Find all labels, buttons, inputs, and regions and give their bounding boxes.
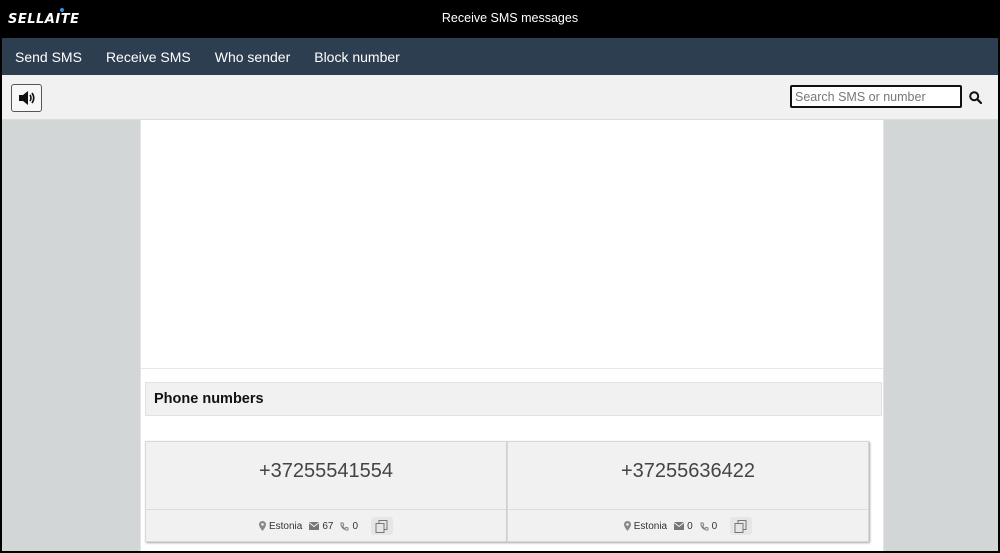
main-nav: Send SMS Receive SMS Who sender Block nu… (2, 38, 998, 75)
app-frame: SELLAITE Receive SMS messages Send SMS R… (2, 2, 998, 551)
toolbar (2, 75, 998, 120)
page-title: Receive SMS messages (441, 11, 579, 25)
country-info: Estonia (258, 520, 303, 532)
search-input[interactable] (790, 85, 962, 108)
nav-send-sms[interactable]: Send SMS (15, 49, 82, 65)
sms-count: 67 (322, 520, 334, 532)
phone-number[interactable]: +37255636422 (508, 460, 868, 483)
copy-number-button[interactable] (371, 517, 394, 535)
call-count-info: 0 (340, 521, 358, 532)
nav-block-number[interactable]: Block number (314, 49, 400, 65)
phone-icon (700, 522, 709, 530)
envelope-icon (309, 522, 320, 530)
country-label: Estonia (633, 520, 668, 532)
phone-number-list: +37255541554 Estonia 67 0 +37255636422 E… (145, 441, 869, 543)
country-info: Estonia (623, 520, 668, 532)
phone-icon (341, 522, 349, 530)
phone-card-footer: Estonia 0 0 (508, 509, 868, 542)
call-count: 0 (711, 520, 718, 532)
sms-count-info: 0 (674, 521, 693, 532)
country-label: Estonia (268, 520, 303, 532)
phone-card[interactable]: +37255541554 Estonia 67 0 (145, 441, 507, 542)
call-count-info: 0 (700, 520, 718, 532)
sms-count-info: 67 (309, 521, 333, 532)
sound-toggle-button[interactable] (11, 84, 42, 112)
phone-card[interactable]: +37255636422 Estonia 0 0 (507, 441, 869, 542)
search-icon (968, 90, 982, 104)
phone-number[interactable]: +37255541554 (146, 460, 506, 483)
copy-icon (375, 519, 388, 533)
nav-who-sender[interactable]: Who sender (215, 49, 290, 65)
top-bar: SELLAITE Receive SMS messages (2, 2, 998, 38)
ad-placeholder (141, 120, 883, 369)
section-title: Phone numbers (145, 382, 882, 416)
location-pin-icon (623, 521, 631, 531)
copy-icon (734, 519, 747, 533)
main-content: Phone numbers +37255541554 Estonia 67 0 … (140, 120, 884, 551)
sms-count: 0 (687, 520, 693, 532)
call-count: 0 (352, 520, 359, 532)
search-button[interactable] (967, 88, 983, 106)
phone-card-footer: Estonia 67 0 (146, 509, 506, 542)
location-pin-icon (258, 521, 266, 531)
copy-number-button[interactable] (730, 517, 753, 535)
envelope-icon (674, 522, 685, 530)
speaker-icon (18, 91, 35, 105)
nav-receive-sms[interactable]: Receive SMS (106, 49, 191, 65)
